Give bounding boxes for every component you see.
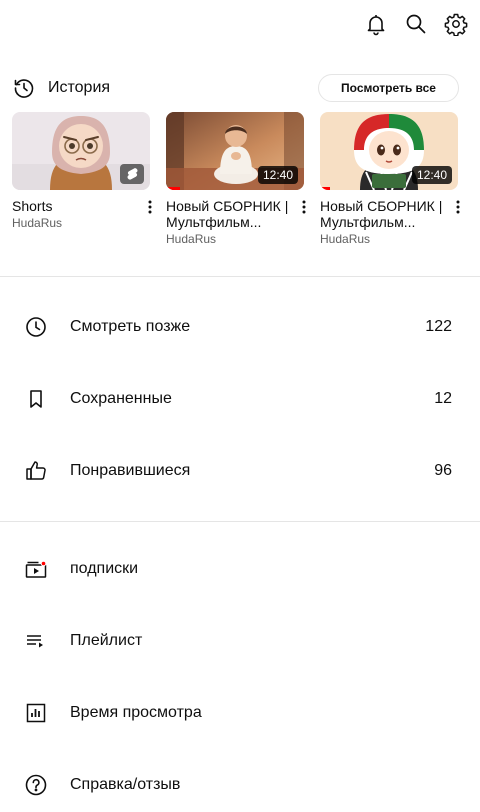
menu-item-count: 122 [425, 318, 452, 335]
search-icon[interactable] [404, 12, 428, 36]
menu-item-label: подписки [70, 560, 139, 577]
shorts-icon [120, 164, 144, 184]
menu-item-help[interactable]: Справка/отзыв [0, 761, 480, 809]
menu-item-label: Смотреть позже [70, 318, 191, 335]
menu-item-watch-time[interactable]: Время просмотра [0, 689, 480, 737]
more-vert-icon[interactable] [296, 198, 312, 216]
menu-item-saved[interactable]: Сохраненные 12 [0, 375, 480, 423]
section-divider [0, 276, 480, 277]
channel-name: HudaRus [166, 232, 217, 246]
subscriptions-icon [24, 557, 48, 581]
menu-item-liked[interactable]: Понравившиеся 96 [0, 447, 480, 495]
menu-item-watch-later[interactable]: Смотреть позже 122 [0, 303, 480, 351]
thumbs-up-icon [24, 459, 48, 483]
menu-item-count: 96 [434, 462, 452, 479]
video-duration: 12:40 [411, 166, 452, 184]
menu-item-label: Плейлист [70, 632, 143, 649]
watch-progress-bar [320, 187, 330, 190]
watch-progress-bar [166, 187, 180, 190]
channel-name: HudaRus [320, 232, 371, 246]
view-all-button[interactable]: Посмотреть все [318, 74, 459, 102]
gear-icon[interactable] [444, 12, 468, 36]
bell-icon[interactable] [364, 12, 388, 36]
video-duration: 12:40 [257, 166, 298, 184]
help-icon [24, 773, 48, 797]
bookmark-icon [24, 387, 48, 411]
video-thumbnail[interactable] [12, 112, 150, 190]
more-vert-icon[interactable] [450, 198, 466, 216]
video-title[interactable]: Новый СБОРНИК | Мультфильм... [166, 198, 290, 230]
menu-item-label: Понравившиеся [70, 462, 191, 479]
menu-item-playlist[interactable]: Плейлист [0, 617, 480, 665]
playlist-icon [24, 629, 48, 653]
menu-item-subscriptions[interactable]: подписки [0, 545, 480, 593]
history-icon [12, 76, 36, 100]
top-bar [0, 0, 480, 48]
more-vert-icon[interactable] [142, 198, 158, 216]
menu-item-label: Сохраненные [70, 390, 172, 407]
section-divider [0, 521, 480, 522]
history-title[interactable]: История [48, 78, 110, 98]
video-title[interactable]: Новый СБОРНИК | Мультфильм... [320, 198, 444, 230]
menu-item-label: Время просмотра [70, 704, 202, 721]
menu-item-count: 12 [434, 390, 452, 407]
video-title[interactable]: Shorts [12, 198, 136, 214]
history-card-video[interactable]: 12:40 Новый СБОРНИК | Мультфильм... Huda… [166, 112, 306, 246]
video-thumbnail[interactable]: 12:40 [166, 112, 304, 190]
history-header: История Посмотреть все [0, 74, 480, 102]
history-card-shorts[interactable]: Shorts HudaRus [12, 112, 152, 230]
channel-name: HudaRus [12, 216, 63, 230]
clock-icon [24, 315, 48, 339]
video-thumbnail[interactable]: 12:40 [320, 112, 458, 190]
watch-time-icon [24, 701, 48, 725]
menu-item-label: Справка/отзыв [70, 776, 181, 793]
history-card-video[interactable]: 12:40 Новый СБОРНИК | Мультфильм... Huda… [320, 112, 460, 246]
